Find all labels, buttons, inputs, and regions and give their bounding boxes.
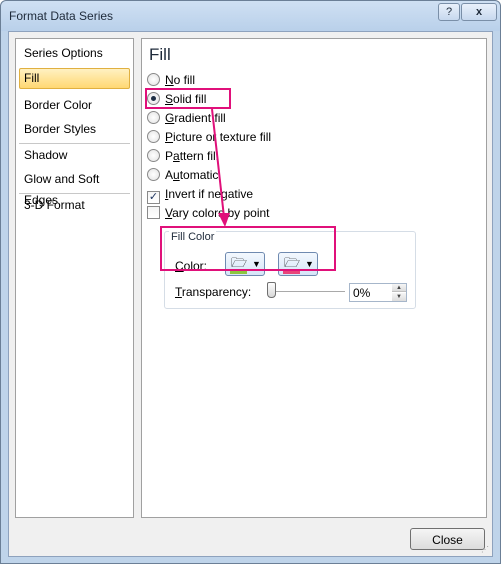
transparency-value[interactable]: 0%	[353, 286, 370, 300]
radio-button[interactable]	[147, 73, 160, 86]
nav-item-series-options[interactable]: Series Options	[19, 43, 130, 64]
annotation-box-solid-fill	[145, 88, 231, 109]
window-close-button[interactable]: x	[461, 3, 497, 21]
accelerator-key: u	[173, 168, 180, 182]
transparency-label: Transparency:	[175, 285, 252, 299]
accelerator-key: N	[165, 73, 174, 87]
nav-item-shadow[interactable]: Shadow	[19, 145, 130, 166]
checkmark-icon[interactable]: ✓	[147, 191, 160, 204]
nav-item-border-styles[interactable]: Border Styles	[19, 119, 130, 140]
radio-button[interactable]	[147, 111, 160, 124]
transparency-slider-track[interactable]	[273, 291, 345, 293]
radio-button[interactable]	[147, 130, 160, 143]
transparency-spinner[interactable]: 0% ▲ ▼	[349, 283, 407, 302]
radio-button[interactable]	[147, 149, 160, 162]
option-label: No fill	[165, 73, 196, 87]
option-label: Automatic	[165, 168, 219, 182]
category-list: Series Options Fill Border Color Border …	[15, 38, 134, 518]
close-button[interactable]: Close	[410, 528, 485, 550]
accelerator-key: T	[175, 285, 182, 299]
gradient-fill-radio[interactable]: Gradient fill	[147, 110, 226, 126]
resize-grip-icon[interactable]: ⋰	[481, 545, 491, 555]
accelerator-key: a	[173, 149, 180, 163]
vary-colors-checkbox[interactable]: Vary colors by point	[147, 205, 270, 221]
radio-button[interactable]	[147, 168, 160, 181]
option-label: Pattern fill	[165, 149, 219, 163]
pattern-fill-radio[interactable]: Pattern fill	[147, 148, 218, 164]
accelerator-key: P	[165, 130, 174, 144]
option-label: Invert if negative	[165, 187, 254, 201]
option-label: Gradient fill	[165, 111, 226, 125]
automatic-radio[interactable]: Automatic	[147, 167, 218, 183]
nav-divider	[19, 193, 130, 194]
dialog-body: Series Options Fill Border Color Border …	[8, 31, 493, 557]
option-label: Picture or texture fill	[165, 130, 272, 144]
picture-texture-fill-radio[interactable]: Picture or texture fill	[147, 129, 271, 145]
spin-up-icon[interactable]: ▲	[392, 284, 406, 292]
checkbox[interactable]	[147, 206, 160, 219]
transparency-slider-thumb[interactable]	[267, 282, 276, 298]
nav-item-glow-soft-edges[interactable]: Glow and Soft Edges	[19, 169, 130, 207]
spin-down-icon[interactable]: ▼	[392, 293, 406, 301]
nav-item-border-color[interactable]: Border Color	[19, 95, 130, 116]
format-data-series-dialog: Format Data Series ? x Series Options Fi…	[0, 0, 501, 564]
nav-divider	[19, 143, 130, 144]
accelerator-key: I	[165, 187, 169, 201]
fill-panel: Fill No fill Solid fill Gradient fill Pi…	[141, 38, 487, 518]
dialog-title: Format Data Series	[9, 9, 114, 23]
nav-item-3d-format[interactable]: 3-D Format	[19, 195, 130, 216]
option-label: Vary colors by point	[165, 206, 270, 220]
title-bar: Format Data Series ? x	[1, 1, 500, 31]
invert-if-negative-checkbox[interactable]: ✓ Invert if negative	[147, 186, 254, 204]
help-button[interactable]: ?	[438, 3, 460, 21]
panel-title: Fill	[149, 45, 171, 64]
no-fill-radio[interactable]: No fill	[147, 72, 195, 88]
nav-item-fill[interactable]: Fill	[19, 68, 130, 89]
annotation-box-fill-color	[160, 226, 336, 271]
accelerator-key: V	[165, 206, 173, 220]
accelerator-key: G	[165, 111, 175, 125]
